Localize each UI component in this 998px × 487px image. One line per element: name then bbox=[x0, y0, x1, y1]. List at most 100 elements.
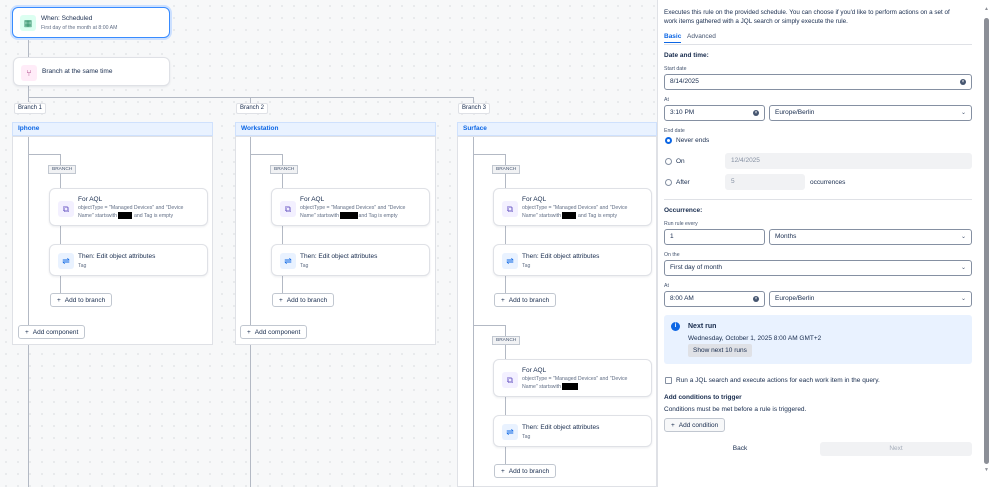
tab-advanced[interactable]: Advanced bbox=[687, 33, 716, 40]
connector-line bbox=[250, 154, 282, 155]
connector-line bbox=[505, 325, 506, 470]
input-value: Months bbox=[775, 233, 797, 240]
add-condition-button[interactable]: + Add condition bbox=[664, 418, 726, 432]
on-the-label: On the bbox=[664, 252, 680, 258]
trigger-title: When: Scheduled bbox=[41, 15, 93, 22]
plus-icon: + bbox=[247, 328, 251, 336]
connector-line bbox=[60, 154, 61, 302]
scroll-up-icon[interactable]: ▲ bbox=[984, 6, 989, 12]
input-value: 8/14/2025 bbox=[670, 78, 699, 85]
connector-line bbox=[28, 86, 29, 102]
end-date-label: End date bbox=[664, 128, 685, 134]
redacted-block bbox=[340, 212, 359, 219]
condition-card[interactable]: ⧉ For AQL objectType = "Managed Devices"… bbox=[271, 188, 430, 226]
button-label: Add to branch bbox=[508, 467, 550, 475]
show-next-runs-button[interactable]: Show next 10 runs bbox=[688, 344, 752, 357]
condition-title: For AQL bbox=[300, 196, 325, 203]
condition-card[interactable]: ⧉ For AQL objectType = "Managed Devices"… bbox=[493, 188, 652, 226]
at-label: At bbox=[664, 283, 669, 289]
next-button[interactable]: Next bbox=[820, 442, 972, 456]
action-card[interactable]: ⇌ Then: Edit object attributes Tag bbox=[49, 244, 208, 276]
branch-header[interactable]: Workstation bbox=[235, 122, 436, 136]
add-to-branch-button[interactable]: + Add to branch bbox=[272, 293, 335, 307]
condition-card[interactable]: ⧉ For AQL objectType = "Managed Devices"… bbox=[493, 359, 652, 397]
start-date-label: Start date bbox=[664, 66, 687, 72]
add-to-branch-button[interactable]: + Add to branch bbox=[494, 293, 557, 307]
clear-icon[interactable]: × bbox=[753, 296, 759, 302]
connector-line bbox=[473, 137, 474, 487]
on-the-select[interactable]: First day of month ⌄ bbox=[664, 260, 972, 276]
redacted-block bbox=[562, 212, 577, 219]
button-label: Add to branch bbox=[286, 296, 328, 304]
panel-description: Executes this rule on the provided sched… bbox=[664, 9, 950, 16]
plus-icon: + bbox=[279, 296, 283, 304]
connector-line bbox=[473, 325, 505, 326]
branch-label: BRANCH bbox=[492, 165, 521, 174]
run-every-input[interactable]: 1 bbox=[664, 229, 765, 245]
action-desc: Tag bbox=[522, 434, 531, 440]
run-every-label: Run rule every bbox=[664, 221, 698, 227]
plus-icon: + bbox=[501, 296, 505, 304]
redacted-block bbox=[562, 383, 579, 390]
timezone-select[interactable]: Europe/Berlin ⌄ bbox=[769, 291, 972, 307]
condition-title: For AQL bbox=[522, 367, 547, 374]
condition-desc: objectType = "Managed Devices" and "Devi… bbox=[78, 205, 184, 211]
next-run-title: Next run bbox=[688, 323, 717, 330]
action-title: Then: Edit object attributes bbox=[300, 253, 378, 260]
back-button[interactable]: Back bbox=[664, 442, 816, 456]
add-component-button[interactable]: + Add component bbox=[240, 325, 308, 339]
tab-basic[interactable]: Basic bbox=[664, 33, 682, 43]
branch-label: BRANCH bbox=[48, 165, 77, 174]
start-date-input[interactable]: 8/14/2025 × bbox=[664, 74, 972, 90]
branch-rule-card[interactable]: ⑂ Branch at the same time bbox=[13, 57, 170, 86]
on-radio[interactable] bbox=[665, 158, 672, 165]
input-value: 5 bbox=[731, 178, 735, 185]
condition-desc: and Tag is empty bbox=[133, 212, 174, 219]
add-to-branch-button[interactable]: + Add to branch bbox=[50, 293, 113, 307]
action-card[interactable]: ⇌ Then: Edit object attributes Tag bbox=[493, 415, 652, 447]
condition-desc: Name" startswith bbox=[300, 212, 340, 219]
occurrences-input[interactable]: 5 bbox=[725, 174, 805, 190]
input-value: 3:10 PM bbox=[670, 109, 695, 116]
branch-header[interactable]: Iphone bbox=[12, 122, 213, 136]
next-run-value: Wednesday, October 1, 2025 8:00 AM GMT+2 bbox=[688, 335, 822, 342]
chevron-down-icon: ⌄ bbox=[960, 234, 966, 240]
next-run-panel: i Next run Wednesday, October 1, 2025 8:… bbox=[664, 315, 972, 364]
button-label: Add condition bbox=[678, 421, 719, 429]
clear-icon[interactable]: × bbox=[753, 110, 759, 116]
connector-line bbox=[250, 345, 251, 487]
rule-canvas[interactable]: ▦ When: Scheduled First day of the month… bbox=[0, 0, 657, 487]
branch-label: BRANCH bbox=[492, 336, 521, 345]
connector-line bbox=[473, 154, 505, 155]
unit-select[interactable]: Months ⌄ bbox=[769, 229, 972, 245]
action-card[interactable]: ⇌ Then: Edit object attributes Tag bbox=[271, 244, 430, 276]
timezone-select[interactable]: Europe/Berlin ⌄ bbox=[769, 105, 972, 121]
scroll-down-icon[interactable]: ▼ bbox=[984, 467, 989, 473]
never-ends-radio[interactable] bbox=[665, 137, 672, 144]
occurrences-label: occurrences bbox=[810, 179, 846, 186]
input-value: 12/4/2025 bbox=[731, 157, 760, 164]
plus-icon: + bbox=[25, 328, 29, 336]
scrollbar[interactable] bbox=[984, 18, 989, 464]
jql-checkbox[interactable] bbox=[665, 377, 672, 384]
time-input[interactable]: 3:10 PM × bbox=[664, 105, 765, 121]
end-date-input[interactable]: 12/4/2025 bbox=[725, 153, 972, 169]
connector-line bbox=[28, 137, 29, 325]
branch-header[interactable]: Surface bbox=[457, 122, 657, 136]
condition-card[interactable]: ⧉ For AQL objectType = "Managed Devices"… bbox=[49, 188, 208, 226]
trigger-card[interactable]: ▦ When: Scheduled First day of the month… bbox=[12, 7, 170, 38]
chevron-down-icon: ⌄ bbox=[960, 265, 966, 271]
branch-tag: Branch 2 bbox=[236, 103, 269, 114]
branch-label: BRANCH bbox=[270, 165, 299, 174]
action-card[interactable]: ⇌ Then: Edit object attributes Tag bbox=[493, 244, 652, 276]
after-radio[interactable] bbox=[665, 179, 672, 186]
action-title: Then: Edit object attributes bbox=[78, 253, 156, 260]
plus-icon: + bbox=[671, 421, 675, 429]
divider bbox=[664, 199, 972, 200]
branch-tag: Branch 3 bbox=[458, 103, 491, 114]
action-title: Then: Edit object attributes bbox=[522, 253, 600, 260]
add-to-branch-button[interactable]: + Add to branch bbox=[494, 464, 557, 478]
add-component-button[interactable]: + Add component bbox=[18, 325, 86, 339]
clear-icon[interactable]: × bbox=[960, 79, 966, 85]
time-input[interactable]: 8:00 AM × bbox=[664, 291, 765, 307]
